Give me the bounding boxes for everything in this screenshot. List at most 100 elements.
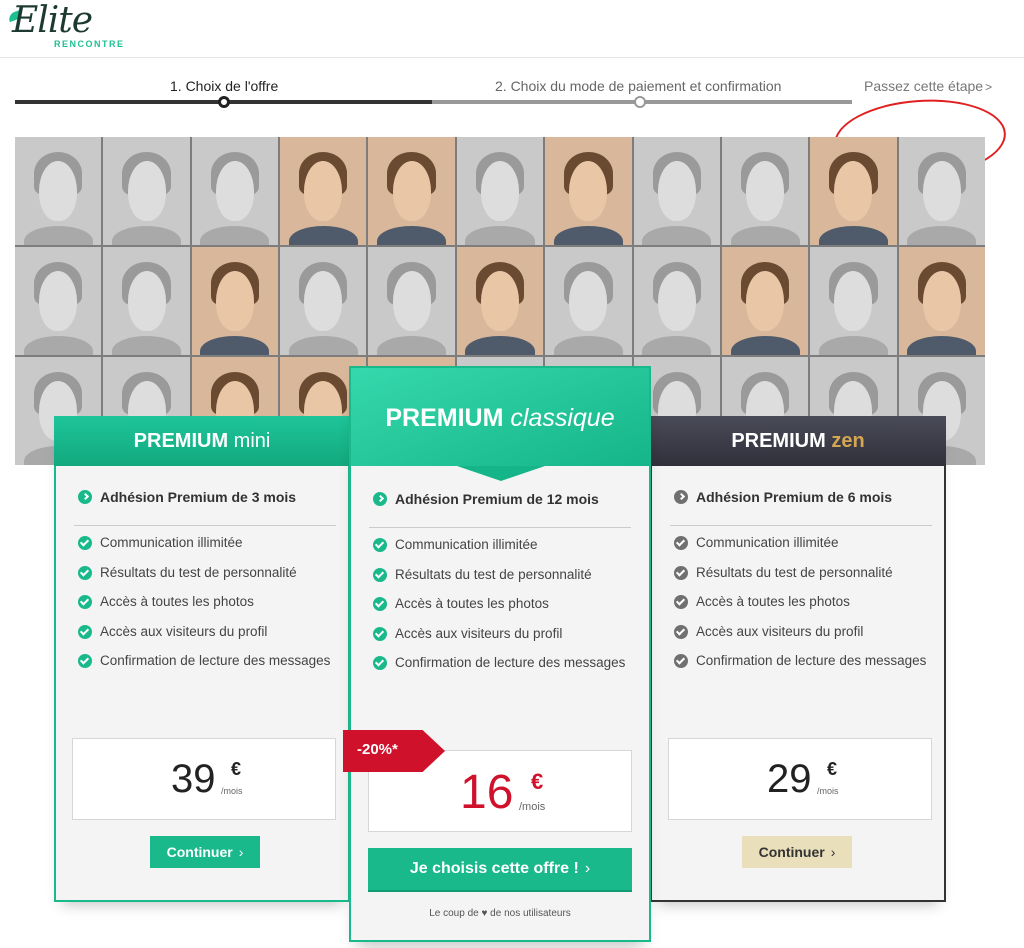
feature-label: Confirmation de lecture des messages	[100, 653, 331, 668]
feature-label: Accès à toutes les photos	[395, 596, 549, 611]
price-value: 39	[171, 757, 216, 801]
member-photo	[15, 247, 102, 355]
feature-list: Adhésion Premium de 3 mois Communication…	[74, 488, 336, 682]
plan-title-bold: PREMIUM	[133, 430, 229, 452]
plan-title-variant: mini	[233, 430, 271, 452]
feature-item: Accès aux visiteurs du profil	[369, 625, 631, 655]
continue-button-mini[interactable]: Continuer ›	[150, 836, 260, 868]
feature-label: Adhésion Premium de 3 mois	[100, 489, 297, 505]
member-photo	[810, 137, 897, 245]
feature-main: Adhésion Premium de 3 mois	[74, 488, 336, 526]
member-photo	[191, 247, 279, 355]
chevron-right-icon: ›	[584, 860, 591, 877]
member-photo	[810, 247, 897, 355]
plan-card-classic: PREMIUM classique Adhésion Premium de 12…	[343, 366, 651, 942]
button-label: Continuer	[166, 844, 233, 860]
feature-label: Résultats du test de personnalité	[100, 564, 297, 580]
member-photo	[368, 247, 455, 355]
feature-main: Adhésion Premium de 6 mois	[670, 488, 932, 526]
member-photo	[456, 137, 544, 245]
check-circle-icon	[674, 536, 688, 550]
member-photo	[456, 247, 544, 355]
elite-rencontre-logo[interactable]: Elite RENCONTRE	[6, 0, 136, 54]
member-photo	[721, 137, 809, 245]
member-photo	[898, 247, 985, 355]
feature-item: Résultats du test de personnalité	[369, 566, 631, 596]
chevron-right-icon: ›	[830, 844, 836, 860]
feature-label: Confirmation de lecture des messages	[696, 653, 927, 668]
step-2-marker	[634, 96, 646, 108]
check-circle-icon	[674, 595, 688, 609]
feature-item: Communication illimitée	[74, 534, 336, 564]
plan-title-variant: classique	[510, 404, 615, 432]
step-2-label: 2. Choix du mode de paiement et confirma…	[495, 78, 782, 94]
feature-label: Adhésion Premium de 6 mois	[696, 489, 893, 505]
feature-label: Accès aux visiteurs du profil	[696, 623, 864, 639]
checkout-progress: 1. Choix de l'offre 2. Choix du mode de …	[0, 58, 1024, 184]
choose-offer-button[interactable]: Je choisis cette offre ! ›	[368, 848, 632, 890]
check-circle-icon	[78, 624, 92, 639]
feature-list: Adhésion Premium de 12 mois Communicatio…	[369, 490, 631, 684]
skip-step-link[interactable]: Passez cette étape >	[864, 78, 992, 94]
feature-label: Accès aux visiteurs du profil	[395, 625, 563, 641]
feature-label: Accès à toutes les photos	[100, 594, 254, 609]
check-circle-icon	[674, 654, 688, 668]
plan-title: PREMIUM mini	[54, 416, 350, 466]
check-circle-icon	[78, 595, 92, 609]
feature-item: Confirmation de lecture des messages	[74, 652, 336, 682]
continue-button-zen[interactable]: Continuer ›	[742, 836, 852, 868]
member-photo	[545, 137, 632, 245]
feature-item: Confirmation de lecture des messages	[369, 654, 631, 684]
price-box: 39 € /mois	[72, 738, 336, 820]
price-period: /mois	[519, 801, 546, 813]
button-label: Continuer	[758, 844, 825, 860]
feature-item: Résultats du test de personnalité	[74, 564, 336, 594]
member-photo	[633, 137, 720, 245]
plan-title: PREMIUM classique	[351, 368, 649, 466]
price-currency: €	[231, 759, 242, 779]
member-photo	[103, 137, 190, 245]
plan-card-zen: PREMIUM zen Adhésion Premium de 6 mois C…	[650, 416, 946, 902]
member-photo	[280, 137, 367, 245]
arrow-circle-icon	[674, 490, 688, 504]
chevron-right-icon: >	[985, 80, 993, 94]
button-label: Je choisis cette offre !	[409, 860, 579, 877]
plan-title-bold: PREMIUM	[731, 430, 826, 452]
price-currency: €	[531, 769, 544, 794]
feature-label: Communication illimitée	[395, 537, 538, 552]
member-photo	[191, 137, 279, 245]
check-circle-icon	[78, 654, 92, 668]
feature-item: Accès à toutes les photos	[369, 595, 631, 625]
feature-item: Résultats du test de personnalité	[670, 564, 932, 594]
plan-title: PREMIUM zen	[650, 416, 946, 466]
header-pointer	[457, 466, 545, 481]
price-period: /mois	[817, 786, 839, 796]
member-photo	[721, 247, 809, 355]
step-1-label: 1. Choix de l'offre	[170, 78, 279, 94]
feature-label: Confirmation de lecture des messages	[395, 655, 626, 670]
check-circle-icon	[78, 565, 92, 580]
feature-list: Adhésion Premium de 6 mois Communication…	[670, 488, 932, 682]
feature-label: Résultats du test de personnalité	[395, 566, 592, 582]
feature-label: Communication illimitée	[100, 535, 243, 550]
chevron-right-icon: ›	[238, 844, 244, 860]
feature-main: Adhésion Premium de 12 mois	[369, 490, 631, 528]
member-photo	[633, 247, 720, 355]
step-1-marker	[218, 96, 230, 108]
feature-item: Accès aux visiteurs du profil	[670, 623, 932, 653]
logo-wordmark: Elite	[12, 0, 93, 41]
check-circle-icon	[674, 565, 688, 580]
skip-step-label: Passez cette étape	[864, 78, 984, 94]
arrow-circle-icon	[78, 490, 92, 504]
users-favorite-tagline: Le coup de ♥ de nos utilisateurs	[429, 908, 571, 919]
member-photo	[368, 137, 455, 245]
price-value: 16	[460, 766, 514, 819]
feature-item: Confirmation de lecture des messages	[670, 652, 932, 682]
feature-item: Accès à toutes les photos	[670, 593, 932, 623]
check-circle-icon	[373, 626, 387, 641]
plan-title-variant: zen	[831, 430, 865, 452]
arrow-circle-icon	[373, 492, 387, 506]
feature-label: Communication illimitée	[696, 535, 839, 550]
site-header: Elite RENCONTRE	[0, 0, 1024, 58]
member-photo	[15, 137, 102, 245]
